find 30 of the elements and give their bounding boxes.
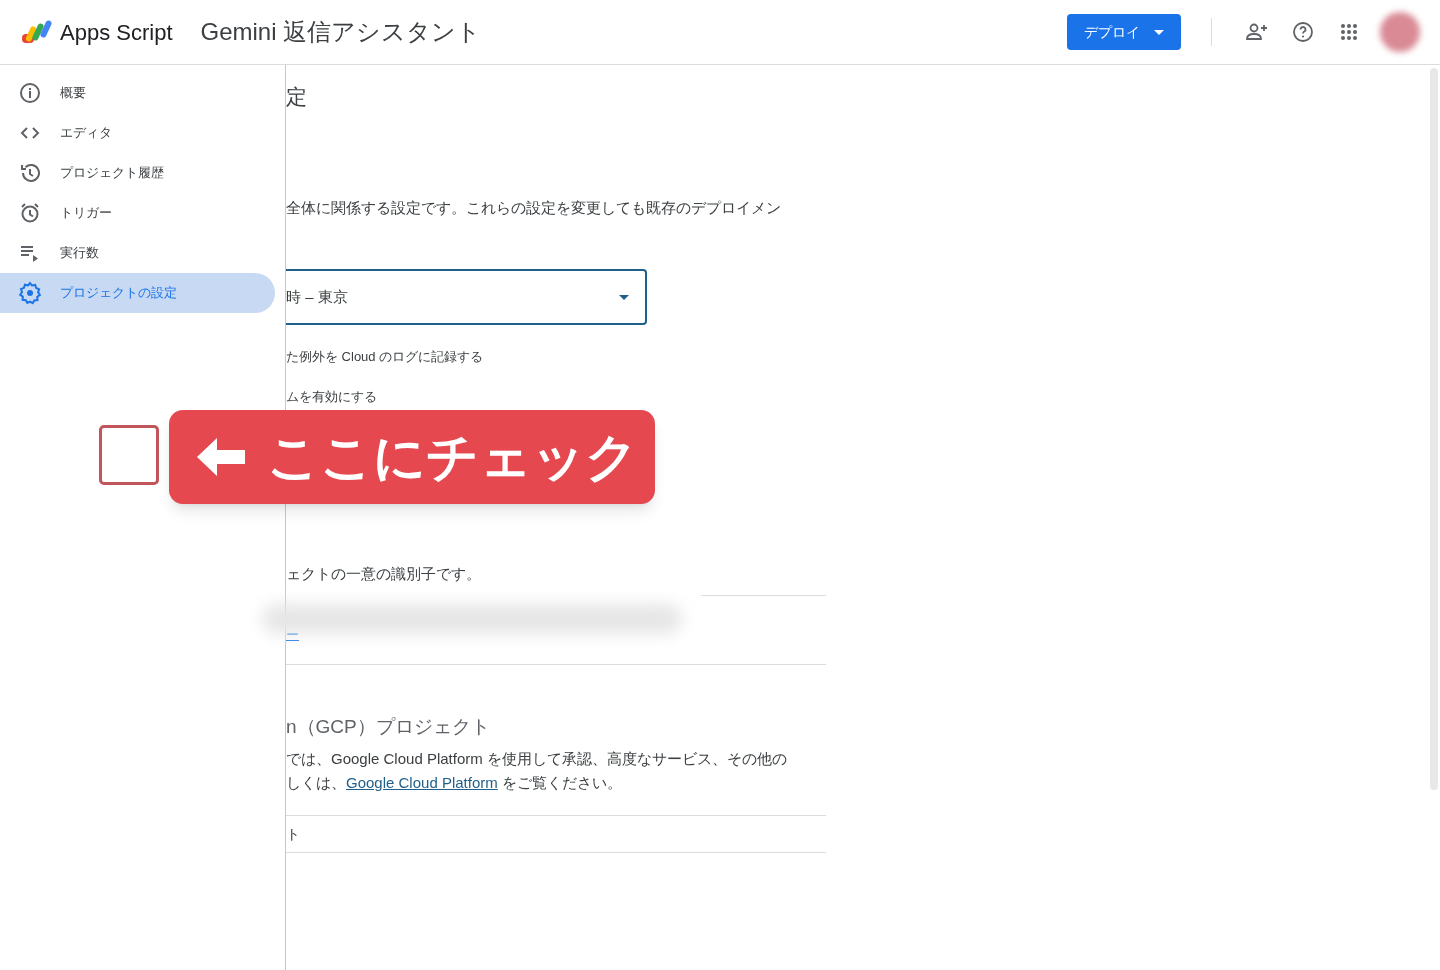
left-arrow-icon <box>197 438 245 476</box>
sidebar-item[interactable]: プロジェクト履歴 <box>0 153 275 193</box>
settings-description: 全体に関係する設定です。これらの設定を変更しても既存のデプロイメン <box>286 198 781 218</box>
section-heading: n（GCP）プロジェクト <box>286 715 490 739</box>
callout-text: ここにチェック <box>267 431 638 483</box>
checkbox[interactable] <box>99 425 159 485</box>
avatar[interactable] <box>1380 12 1420 52</box>
gcp-link[interactable]: Google Cloud Platform <box>346 771 498 795</box>
id-description: ェクトの一意の識別子です。 <box>286 564 481 584</box>
sidebar-item[interactable]: 実行数 <box>0 233 275 273</box>
caret-icon <box>1154 29 1164 35</box>
gcp-paragraph-line: では、Google Cloud Platform を使用して承認、高度なサービス、その他の <box>286 749 787 769</box>
project-title: Gemini 返信アシスタント <box>200 17 482 47</box>
sidebar-item[interactable]: トリガー <box>0 193 275 233</box>
gcp-paragraph-line: しくは、 <box>286 773 346 793</box>
sidebar-item[interactable]: 概要 <box>0 73 275 113</box>
sidebar-item[interactable]: エディタ <box>0 113 275 153</box>
page-title: 定 <box>286 85 307 109</box>
logo-icon <box>20 18 54 46</box>
gcp-paragraph-line: をご覧ください。 <box>500 773 622 793</box>
checkbox-label: ムを有効にする <box>286 389 377 405</box>
checkbox-label: た例外を Cloud のログに記録する <box>286 349 484 365</box>
deploy-button[interactable]: デプロイ <box>1067 14 1181 50</box>
settings-icon <box>18 281 42 305</box>
caret-icon <box>619 294 629 300</box>
info-icon <box>18 81 42 105</box>
timezone-select[interactable]: 時 – 東京 <box>286 269 647 325</box>
gcp-project-row-text: ト <box>286 824 300 844</box>
app-name: Apps Script <box>60 18 173 47</box>
history-icon <box>18 161 42 185</box>
